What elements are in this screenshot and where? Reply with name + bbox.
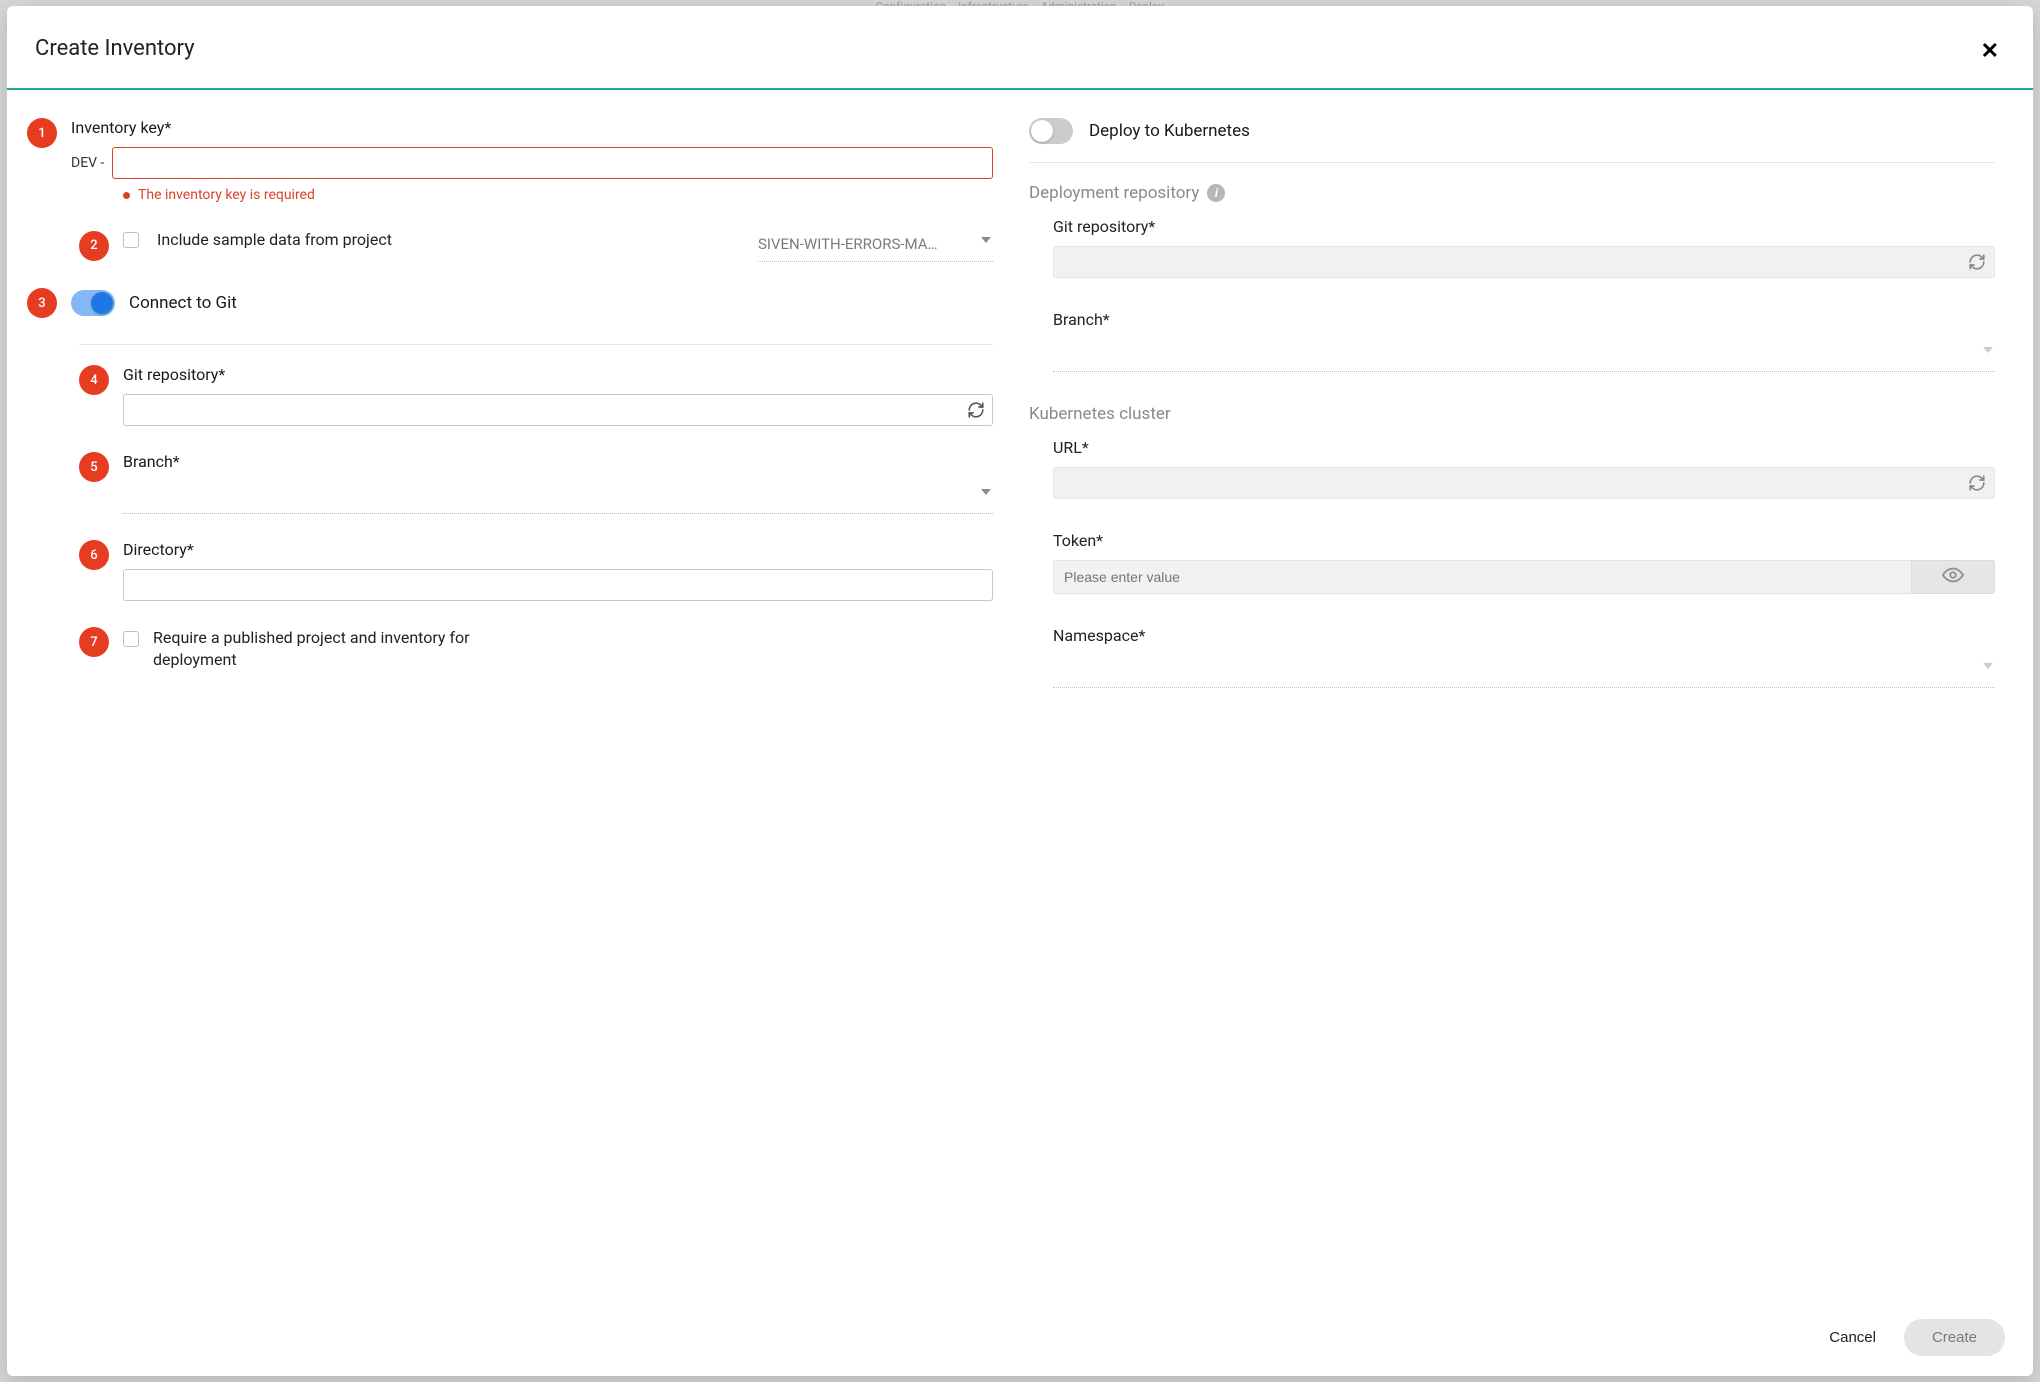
connect-git-toggle[interactable] bbox=[71, 290, 115, 316]
sample-project-select[interactable]: SIVEN-WITH-ERRORS-MA… bbox=[758, 229, 993, 262]
step-badge-4: 4 bbox=[79, 365, 109, 395]
close-button[interactable]: ✕ bbox=[1977, 36, 2003, 66]
step-badge-5: 5 bbox=[79, 452, 109, 482]
git-repo-input[interactable] bbox=[123, 394, 993, 426]
chevron-down-icon bbox=[981, 237, 991, 243]
deploy-git-repo-input[interactable] bbox=[1053, 246, 1995, 278]
create-inventory-modal: Create Inventory ✕ 1 Inventory key* DEV … bbox=[7, 6, 2033, 1376]
inventory-key-input[interactable] bbox=[112, 147, 993, 179]
reveal-token-button[interactable] bbox=[1911, 560, 1995, 594]
create-button[interactable]: Create bbox=[1904, 1319, 2005, 1356]
deploy-git-repo-label: Git repository* bbox=[1053, 217, 1995, 236]
k8s-cluster-header: Kubernetes cluster bbox=[1029, 404, 1171, 424]
directory-label: Directory* bbox=[123, 540, 993, 559]
close-icon: ✕ bbox=[1981, 38, 1999, 63]
deploy-k8s-toggle[interactable] bbox=[1029, 118, 1073, 144]
deploy-k8s-label: Deploy to Kubernetes bbox=[1089, 121, 1250, 141]
refresh-icon[interactable] bbox=[1968, 253, 1986, 271]
require-published-checkbox[interactable] bbox=[123, 631, 139, 647]
include-sample-checkbox[interactable] bbox=[123, 232, 139, 248]
chevron-down-icon bbox=[1983, 663, 1993, 669]
branch-label: Branch* bbox=[123, 452, 993, 471]
inventory-key-prefix: DEV - bbox=[71, 155, 104, 171]
include-sample-label: Include sample data from project bbox=[157, 229, 740, 251]
eye-icon bbox=[1942, 564, 1964, 590]
step-badge-1: 1 bbox=[27, 118, 57, 148]
info-icon[interactable]: i bbox=[1207, 184, 1225, 202]
require-published-label: Require a published project and inventor… bbox=[153, 627, 513, 670]
inventory-key-label: Inventory key* bbox=[71, 118, 993, 137]
k8s-namespace-select[interactable] bbox=[1053, 655, 1995, 688]
error-dot-icon bbox=[123, 192, 130, 199]
step-badge-7: 7 bbox=[79, 627, 109, 657]
deploy-branch-label: Branch* bbox=[1053, 310, 1995, 329]
connect-git-label: Connect to Git bbox=[129, 293, 993, 313]
cancel-button[interactable]: Cancel bbox=[1819, 1321, 1886, 1354]
deploy-branch-select[interactable] bbox=[1053, 339, 1995, 372]
k8s-token-input[interactable] bbox=[1053, 560, 1911, 594]
refresh-icon[interactable] bbox=[967, 401, 985, 419]
k8s-url-input[interactable] bbox=[1053, 467, 1995, 499]
inventory-key-error: The inventory key is required bbox=[138, 187, 315, 203]
refresh-icon[interactable] bbox=[1968, 474, 1986, 492]
chevron-down-icon bbox=[981, 489, 991, 495]
modal-title: Create Inventory bbox=[35, 36, 195, 61]
step-badge-6: 6 bbox=[79, 540, 109, 570]
k8s-namespace-label: Namespace* bbox=[1053, 626, 1995, 645]
step-badge-2: 2 bbox=[79, 231, 109, 261]
k8s-url-label: URL* bbox=[1053, 438, 1995, 457]
sample-project-select-value: SIVEN-WITH-ERRORS-MA… bbox=[758, 235, 938, 253]
chevron-down-icon bbox=[1983, 347, 1993, 353]
k8s-token-label: Token* bbox=[1053, 531, 1995, 550]
step-badge-3: 3 bbox=[27, 288, 57, 318]
git-repo-label: Git repository* bbox=[123, 365, 993, 384]
deployment-repo-header: Deployment repository bbox=[1029, 183, 1199, 203]
directory-input[interactable] bbox=[123, 569, 993, 601]
branch-select[interactable] bbox=[123, 481, 993, 514]
